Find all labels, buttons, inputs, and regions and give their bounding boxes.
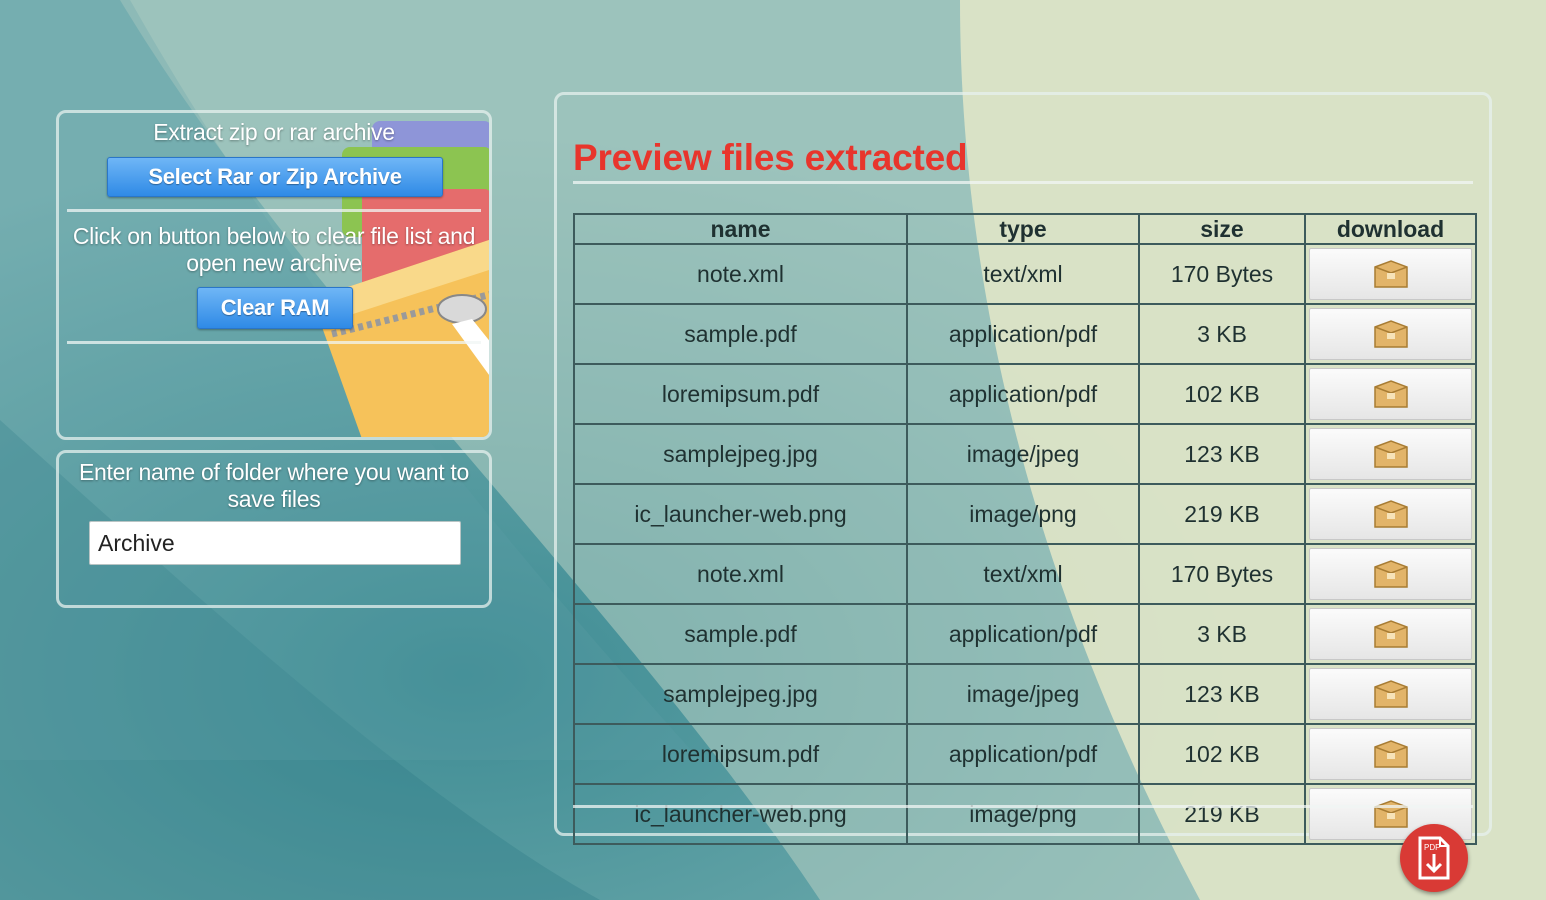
table-row: note.xml text/xml 170 Bytes [573, 243, 1477, 305]
file-type-cell: image/png [906, 783, 1140, 845]
files-table: name type size download note.xml text/xml… [573, 213, 1477, 845]
table-header-row: name type size download [573, 213, 1477, 245]
divider [67, 341, 481, 344]
file-size-cell: 102 KB [1138, 723, 1306, 785]
file-type-cell: image/jpeg [906, 663, 1140, 725]
download-button[interactable] [1309, 248, 1472, 300]
download-button[interactable] [1309, 368, 1472, 420]
download-button[interactable] [1309, 608, 1472, 660]
divider [573, 805, 1473, 808]
file-name-cell: sample.pdf [573, 603, 908, 665]
folder-instruction: Enter name of folder where you want to s… [78, 459, 470, 512]
download-button[interactable] [1309, 488, 1472, 540]
download-cell [1304, 663, 1477, 725]
file-size-cell: 219 KB [1138, 783, 1306, 845]
file-name-cell: samplejpeg.jpg [573, 663, 908, 725]
file-size-cell: 102 KB [1138, 363, 1306, 425]
preview-panel: Preview files extracted name type size d… [554, 92, 1492, 845]
table-row: note.xml text/xml 170 Bytes [573, 543, 1477, 605]
download-button[interactable] [1309, 728, 1472, 780]
table-row: sample.pdf application/pdf 3 KB [573, 603, 1477, 665]
table-row: ic_launcher-web.png image/png 219 KB [573, 483, 1477, 545]
file-name-cell: loremipsum.pdf [573, 723, 908, 785]
clear-instruction: Click on button below to clear file list… [72, 223, 476, 276]
table-row: loremipsum.pdf application/pdf 102 KB [573, 723, 1477, 785]
divider [573, 181, 1473, 184]
download-cell [1304, 723, 1477, 785]
download-button[interactable] [1309, 548, 1472, 600]
extract-panel: Extract zip or rar archive Select Rar or… [56, 110, 492, 440]
download-cell [1304, 423, 1477, 485]
file-size-cell: 3 KB [1138, 603, 1306, 665]
clear-ram-button[interactable]: Clear RAM [197, 287, 353, 329]
table-row: samplejpeg.jpg image/jpeg 123 KB [573, 663, 1477, 725]
download-button[interactable] [1309, 428, 1472, 480]
column-header-name: name [573, 213, 908, 245]
file-type-cell: application/pdf [906, 363, 1140, 425]
file-size-cell: 170 Bytes [1138, 543, 1306, 605]
column-header-type: type [906, 213, 1140, 245]
download-button[interactable] [1309, 308, 1472, 360]
file-type-cell: application/pdf [906, 303, 1140, 365]
page-title: Preview files extracted [573, 137, 968, 178]
file-type-cell: text/xml [906, 543, 1140, 605]
table-row: ic_launcher-web.png image/png 219 KB [573, 783, 1477, 845]
download-cell [1304, 363, 1477, 425]
file-name-cell: ic_launcher-web.png [573, 783, 908, 845]
file-name-cell: ic_launcher-web.png [573, 483, 908, 545]
table-row: loremipsum.pdf application/pdf 102 KB [573, 363, 1477, 425]
file-size-cell: 123 KB [1138, 663, 1306, 725]
table-row: samplejpeg.jpg image/jpeg 123 KB [573, 423, 1477, 485]
download-button[interactable] [1309, 668, 1472, 720]
table-row: sample.pdf application/pdf 3 KB [573, 303, 1477, 365]
file-type-cell: application/pdf [906, 723, 1140, 785]
file-name-cell: loremipsum.pdf [573, 363, 908, 425]
file-type-cell: text/xml [906, 243, 1140, 305]
folder-panel: Enter name of folder where you want to s… [56, 450, 492, 608]
download-cell [1304, 303, 1477, 365]
file-size-cell: 170 Bytes [1138, 243, 1306, 305]
file-type-cell: image/png [906, 483, 1140, 545]
file-size-cell: 3 KB [1138, 303, 1306, 365]
select-archive-button[interactable]: Select Rar or Zip Archive [107, 157, 443, 197]
file-name-cell: note.xml [573, 543, 908, 605]
download-cell [1304, 483, 1477, 545]
download-cell [1304, 543, 1477, 605]
column-header-download: download [1304, 213, 1477, 245]
folder-name-input[interactable] [89, 521, 461, 565]
column-header-size: size [1138, 213, 1306, 245]
download-cell [1304, 243, 1477, 305]
divider [67, 209, 481, 212]
pdf-save-icon: PDF [1418, 836, 1450, 880]
save-pdf-button[interactable]: PDF [1400, 824, 1468, 892]
file-name-cell: note.xml [573, 243, 908, 305]
file-size-cell: 219 KB [1138, 483, 1306, 545]
svg-text:PDF: PDF [1424, 843, 1440, 852]
file-size-cell: 123 KB [1138, 423, 1306, 485]
download-cell [1304, 603, 1477, 665]
extract-title: Extract zip or rar archive [153, 119, 395, 145]
file-name-cell: sample.pdf [573, 303, 908, 365]
file-type-cell: image/jpeg [906, 423, 1140, 485]
file-type-cell: application/pdf [906, 603, 1140, 665]
file-name-cell: samplejpeg.jpg [573, 423, 908, 485]
